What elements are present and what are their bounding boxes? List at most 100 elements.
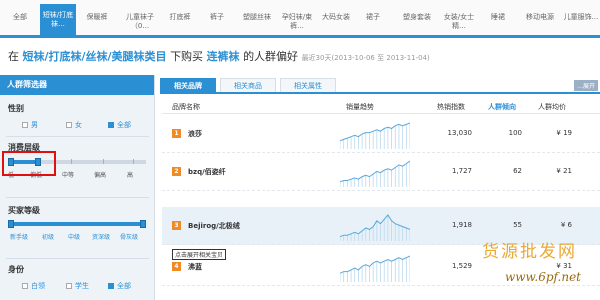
rank-badge: 1 — [172, 129, 181, 138]
category-tab[interactable]: 孕妇袜/束裤... — [278, 8, 316, 35]
page-headline: 在 短袜/打底袜/丝袜/美腿袜类目 下购买 连裤袜 的人群偏好 最近30天(20… — [8, 48, 430, 64]
rank-badge: 3 — [172, 221, 181, 230]
hot-index-value: 13,030 — [447, 129, 473, 137]
sparkline-line — [340, 214, 410, 238]
watermark: 货源批发网 — [482, 242, 577, 262]
watermark-site: www.6pf.net — [505, 270, 582, 284]
divider — [6, 258, 149, 259]
rank-badge: 2 — [172, 167, 181, 176]
hot-index-value: 1,918 — [451, 221, 472, 229]
gender-title: 性别 — [8, 104, 24, 113]
checkbox-checked-icon — [108, 122, 114, 128]
average-price-value: ¥ 21 — [556, 167, 572, 175]
gender-option-all[interactable]: 全部 — [108, 120, 131, 130]
hot-index-value: 1,727 — [451, 167, 472, 175]
category-tab[interactable]: 塑腿丝袜 — [240, 8, 274, 35]
slider-tick — [103, 159, 104, 164]
column-brand-name: 品牌名称 — [172, 103, 200, 111]
highlight-box — [2, 151, 56, 176]
rank-badge: 4 — [172, 262, 181, 271]
buyer-level-tick: 初级 — [42, 234, 55, 241]
brand-name[interactable]: 沸蓝 — [188, 262, 202, 272]
identity-option-all[interactable]: 全部 — [108, 281, 131, 291]
brand-name[interactable]: 浪莎 — [188, 129, 202, 139]
category-tab[interactable]: 全部 — [4, 8, 36, 35]
sales-trend-sparkline — [340, 122, 410, 149]
sparkline-line — [340, 122, 410, 142]
column-hot-index[interactable]: 热销指数 — [437, 102, 465, 112]
sparkline-line — [340, 160, 410, 183]
identity-title: 身份 — [8, 265, 24, 274]
category-tab[interactable]: 裤子 — [202, 8, 232, 35]
headline-category-link[interactable]: 短袜/打底袜/丝袜/美腿袜类目 — [23, 50, 167, 63]
category-tab-bar: 全部 短袜/打底袜... 保暖裤 儿童袜子（0... 打底裤 裤子 塑腿丝袜 孕妇袜/束裤..… — [0, 0, 600, 38]
identity-option-student[interactable]: 学生 — [66, 281, 89, 291]
gender-option-male[interactable]: 男 — [22, 120, 38, 130]
slider-tick — [133, 159, 134, 164]
buyer-level-slider-min-handle[interactable] — [8, 220, 14, 228]
table-row[interactable]: 2 bzq/佰姿纤 1,727 62 ¥ 21 — [162, 153, 600, 191]
category-tab[interactable]: 短袜/打底袜... — [40, 4, 76, 35]
buyer-level-tick: 骨灰级 — [120, 234, 139, 241]
tab-related-attributes[interactable]: 相关属性 — [280, 78, 336, 92]
buyer-level-tick: 新手级 — [10, 234, 29, 241]
audience-preference-value: 55 — [513, 221, 522, 229]
buyer-level-tick: 资深级 — [92, 234, 111, 241]
category-tab[interactable]: 保暖裤 — [80, 8, 114, 35]
identity-option-white-collar[interactable]: 白领 — [22, 281, 45, 291]
average-price-value: ¥ 6 — [560, 221, 572, 229]
headline-middle: 下购买 — [170, 50, 204, 63]
buyer-level-slider-range — [8, 222, 146, 226]
date-range: 最近30天(2013-10-06 至 2013-11-04) — [301, 54, 430, 62]
spending-tick: 中等 — [62, 172, 75, 179]
category-tab[interactable]: 女装/女士精... — [440, 8, 478, 35]
table-header: 品牌名称 销量趋势 热销指数 人群倾向 人群均价 — [162, 98, 600, 114]
category-tab[interactable]: 儿童服饰... — [562, 8, 600, 35]
column-average-price[interactable]: 人群均价 — [538, 102, 566, 112]
category-tab[interactable]: 儿童袜子（0... — [120, 8, 160, 35]
checkbox-icon — [66, 122, 72, 128]
sales-trend-sparkline — [340, 160, 410, 187]
slider-tick — [71, 159, 72, 164]
tab-related-products[interactable]: 相关商品 — [220, 78, 276, 92]
tab-related-brands[interactable]: 相关品牌 — [160, 78, 216, 92]
gender-option-female[interactable]: 女 — [66, 120, 82, 130]
divider — [6, 136, 149, 137]
expand-button[interactable]: ...展开 — [574, 80, 598, 91]
brand-name[interactable]: bzq/佰姿纤 — [188, 167, 226, 177]
buyer-level-slider-max-handle[interactable] — [140, 220, 146, 228]
category-tab[interactable]: 打底裤 — [164, 8, 196, 35]
buyer-level-title: 买家等级 — [8, 206, 40, 215]
divider — [6, 197, 149, 198]
tooltip: 点击展开相关宝贝 — [172, 249, 227, 260]
filter-panel-title: 人群筛选器 — [0, 75, 154, 95]
spending-tick: 高 — [127, 172, 134, 179]
audience-preference-value: 100 — [508, 129, 522, 137]
sales-trend-sparkline — [340, 214, 410, 241]
table-row[interactable]: 1 浪莎 13,030 100 ¥ 19 — [162, 115, 600, 153]
checkbox-icon — [66, 283, 72, 289]
audience-preference-value: 62 — [513, 167, 522, 175]
column-sales-trend: 销量趋势 — [346, 103, 374, 111]
sparkline-line — [340, 255, 410, 274]
checkbox-icon — [22, 122, 28, 128]
headline-prefix: 在 — [8, 50, 19, 63]
hot-index-value: 1,529 — [451, 262, 472, 270]
related-tabs: 相关品牌 相关商品 相关属性 ...展开 — [160, 78, 600, 94]
average-price-value: ¥ 31 — [556, 262, 572, 270]
sales-trend-sparkline — [340, 255, 410, 282]
checkbox-checked-icon — [108, 283, 114, 289]
category-tab[interactable]: 大码女装 — [320, 8, 352, 35]
checkbox-icon — [22, 283, 28, 289]
column-audience-preference[interactable]: 人群倾向 — [488, 102, 516, 112]
headline-product-link[interactable]: 连裤袜 — [207, 50, 240, 63]
category-tab[interactable]: 裙子 — [356, 8, 390, 35]
category-tab[interactable]: 塑身套装 — [398, 8, 436, 35]
brand-name[interactable]: Bejirog/北极绒 — [188, 221, 240, 231]
average-price-value: ¥ 19 — [556, 129, 572, 137]
buyer-level-tick: 中级 — [68, 234, 81, 241]
headline-suffix: 的人群偏好 — [243, 50, 299, 63]
category-tab[interactable]: 睡裙 — [482, 8, 514, 35]
spending-tick: 偏高 — [94, 172, 107, 179]
category-tab[interactable]: 移动电源 — [522, 8, 558, 35]
